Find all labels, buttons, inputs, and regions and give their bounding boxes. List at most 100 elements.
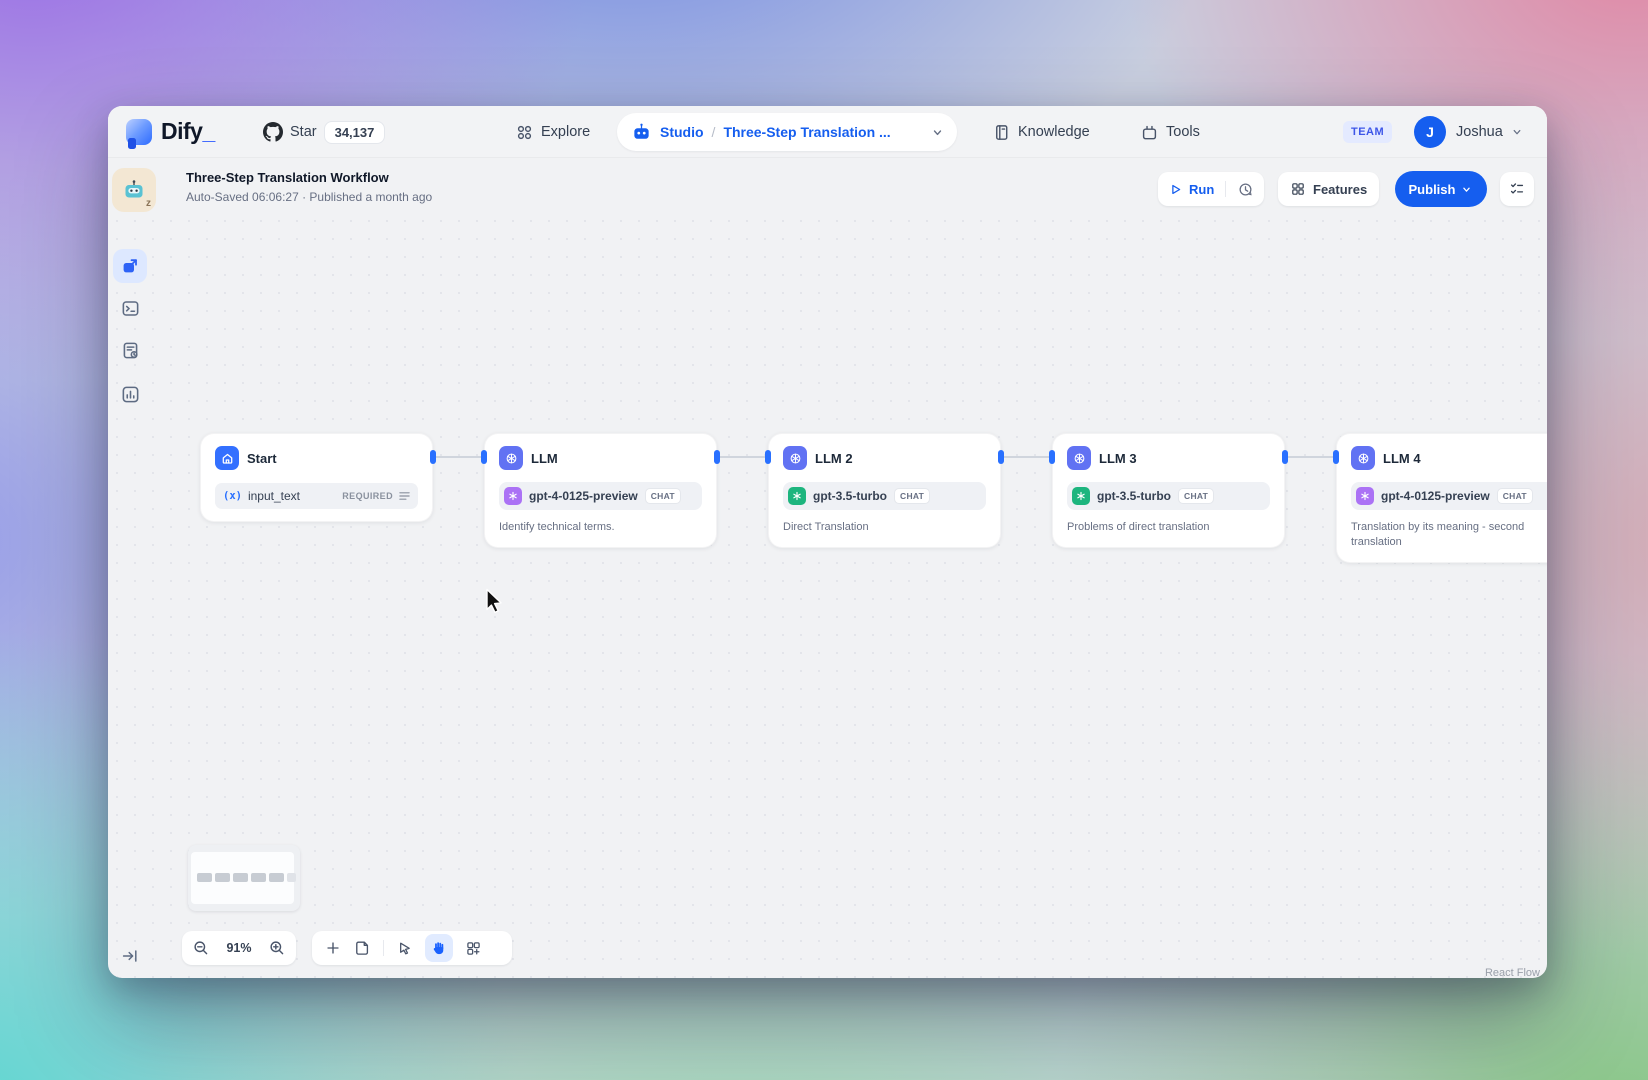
nav-knowledge[interactable]: Knowledge — [992, 106, 1090, 158]
llm-icon — [499, 446, 523, 470]
run-button-group: Run — [1158, 172, 1264, 206]
target-handle[interactable] — [765, 450, 771, 464]
model-name: gpt-4-0125-preview — [1381, 489, 1490, 503]
pointer-mode-icon[interactable] — [396, 940, 413, 957]
collapse-sidebar-icon[interactable] — [118, 944, 142, 968]
variable-x-icon: (x) — [223, 490, 242, 502]
workflow-header: z Three-Step Translation Workflow Auto-S… — [108, 158, 1547, 220]
source-handle[interactable] — [714, 450, 720, 464]
nav-tools[interactable]: Tools — [1140, 106, 1200, 158]
features-button[interactable]: Features — [1278, 172, 1379, 206]
studio-robot-icon — [631, 122, 652, 143]
tools-icon — [1140, 123, 1159, 142]
run-history-icon[interactable] — [1237, 181, 1254, 198]
breadcrumb-studio[interactable]: Studio — [660, 124, 704, 140]
mouse-cursor — [484, 588, 508, 614]
workflow-title: Three-Step Translation Workflow — [186, 170, 389, 185]
minimap-nodes — [197, 873, 296, 882]
publish-button[interactable]: Publish — [1395, 171, 1487, 207]
breadcrumb-separator: / — [712, 124, 716, 140]
target-handle[interactable] — [481, 450, 487, 464]
dify-logo-icon — [126, 119, 152, 145]
add-note-icon[interactable] — [353, 939, 371, 957]
workflow-node-llm[interactable]: LLM gpt-4-0125-preview CHAT Identify tec… — [484, 433, 717, 548]
workflow-node-start[interactable]: Start (x) input_text REQUIRED — [200, 433, 433, 522]
required-badge: REQUIRED — [342, 491, 393, 501]
model-name: gpt-4-0125-preview — [529, 489, 638, 503]
target-handle[interactable] — [1333, 450, 1339, 464]
workflow-node-llm3[interactable]: LLM 3 gpt-3.5-turbo CHAT Problems of dir… — [1052, 433, 1285, 548]
node-description: Problems of direct translation — [1067, 520, 1270, 535]
llm-icon — [1067, 446, 1091, 470]
canvas-toolbar — [312, 931, 512, 965]
knowledge-book-icon — [992, 123, 1011, 142]
workflow-canvas[interactable] — [108, 158, 1547, 978]
sidebar-item-statistics[interactable] — [118, 382, 142, 406]
checklist-button[interactable] — [1500, 172, 1534, 206]
chevron-down-icon — [1460, 183, 1473, 196]
source-handle[interactable] — [430, 450, 436, 464]
model-selector: gpt-4-0125-preview CHAT — [1351, 482, 1547, 510]
zoom-in-icon[interactable] — [268, 939, 286, 957]
node-title: LLM 3 — [1099, 451, 1137, 466]
workflow-node-llm4[interactable]: LLM 4 gpt-4-0125-preview CHAT Translatio… — [1336, 433, 1547, 563]
openai-icon — [788, 487, 806, 505]
paragraph-icon — [399, 491, 410, 501]
github-star[interactable]: Star 34,137 — [263, 106, 385, 158]
model-mode-badge: CHAT — [645, 488, 681, 504]
publish-label: Publish — [1409, 182, 1456, 197]
edge-llm-llm2 — [717, 456, 768, 458]
star-label: Star — [290, 124, 317, 140]
explore-label: Explore — [541, 124, 590, 140]
model-mode-badge: CHAT — [1497, 488, 1533, 504]
github-icon — [263, 122, 283, 142]
user-name: Joshua — [1456, 124, 1503, 140]
organize-nodes-icon[interactable] — [465, 940, 482, 957]
run-button[interactable]: Run — [1189, 182, 1214, 197]
team-badge: TEAM — [1343, 121, 1392, 143]
play-icon[interactable] — [1168, 182, 1183, 197]
explore-icon — [515, 123, 534, 142]
openai-icon — [1072, 487, 1090, 505]
node-title: Start — [247, 451, 277, 466]
source-handle[interactable] — [998, 450, 1004, 464]
zoom-level: 91% — [226, 941, 251, 955]
studio-breadcrumb[interactable]: Studio / Three-Step Translation ... — [617, 113, 957, 151]
chevron-down-icon[interactable] — [930, 125, 945, 140]
checklist-icon — [1508, 180, 1526, 198]
minimap[interactable] — [188, 845, 300, 911]
workflow-node-llm2[interactable]: LLM 2 gpt-3.5-turbo CHAT Direct Translat… — [768, 433, 1001, 548]
chevron-down-icon — [1510, 125, 1524, 139]
edge-llm2-llm3 — [1001, 456, 1052, 458]
add-node-icon[interactable] — [325, 940, 341, 956]
node-description: Direct Translation — [783, 520, 986, 535]
source-handle[interactable] — [1282, 450, 1288, 464]
avatar[interactable]: J — [1414, 116, 1446, 148]
sidebar-item-terminal[interactable] — [118, 296, 142, 320]
model-mode-badge: CHAT — [1178, 488, 1214, 504]
nav-explore[interactable]: Explore — [515, 106, 590, 158]
home-icon — [215, 446, 239, 470]
variable-name: input_text — [248, 489, 336, 503]
model-selector: gpt-3.5-turbo CHAT — [783, 482, 986, 510]
start-variable-row: (x) input_text REQUIRED — [215, 483, 418, 509]
star-count: 34,137 — [324, 121, 386, 144]
sleep-z-glyph: z — [146, 198, 151, 209]
tools-label: Tools — [1166, 124, 1200, 140]
hand-mode-active[interactable] — [425, 934, 453, 962]
react-flow-attribution: React Flow — [1485, 967, 1540, 978]
desktop-background: { "colors": { "accent": "#155eef", "star… — [0, 0, 1648, 1080]
sidebar-item-orchestrate[interactable] — [113, 249, 147, 283]
app-icon[interactable]: z — [112, 168, 156, 212]
node-description: Identify technical terms. — [499, 520, 702, 535]
breadcrumb-app-name[interactable]: Three-Step Translation ... — [723, 124, 890, 140]
zoom-out-icon[interactable] — [192, 939, 210, 957]
edge-start-llm — [433, 456, 484, 458]
llm-icon — [1351, 446, 1375, 470]
user-menu[interactable]: Joshua — [1456, 106, 1524, 158]
model-selector: gpt-3.5-turbo CHAT — [1067, 482, 1270, 510]
target-handle[interactable] — [1049, 450, 1055, 464]
sidebar-item-logs[interactable] — [118, 338, 142, 362]
app-window: Dify_ Star 34,137 Explore Studio / Three… — [108, 106, 1547, 978]
edge-llm3-llm4 — [1285, 456, 1336, 458]
